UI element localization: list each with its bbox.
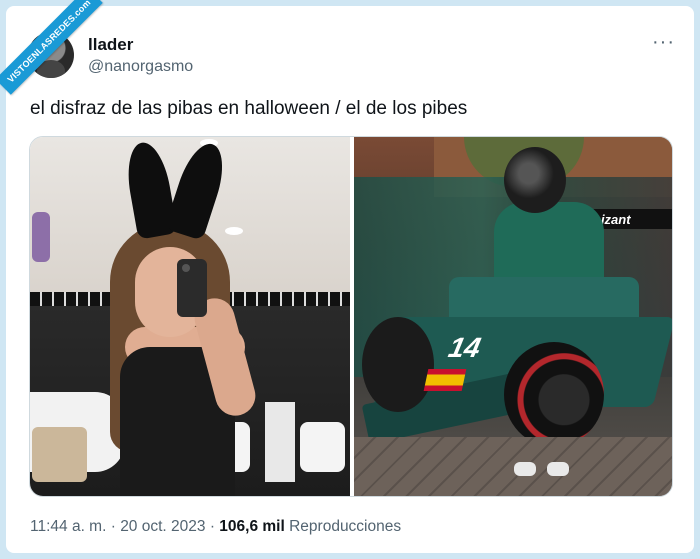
- rear-wheel: [504, 342, 604, 447]
- media-grid[interactable]: nizant 14: [29, 136, 673, 497]
- wall-light: [225, 227, 243, 235]
- views-label: Reproducciones: [284, 518, 402, 535]
- shoe: [547, 462, 569, 476]
- towel: [32, 427, 87, 482]
- photo-left[interactable]: [30, 137, 350, 496]
- shoe: [514, 462, 536, 476]
- helmet: [504, 147, 566, 213]
- tweet-meta: 11:44 a. m. · 20 oct. 2023 · 106,6 mil R…: [30, 518, 401, 536]
- author-handle[interactable]: @nanorgasmo: [88, 58, 193, 76]
- tweet-time[interactable]: 11:44 a. m.: [30, 518, 106, 535]
- author-display-name[interactable]: llader: [88, 35, 133, 55]
- tweet-date[interactable]: 20 oct. 2023: [120, 518, 205, 535]
- tweet-card: VISTOENLASREDES.com llader @nanorgasmo ·…: [0, 0, 694, 553]
- tweet-text: el disfraz de las pibas en halloween / e…: [30, 98, 468, 119]
- spain-flag: [423, 369, 467, 391]
- meta-separator: ·: [106, 518, 121, 535]
- meta-separator: ·: [205, 518, 220, 535]
- bidet: [300, 422, 345, 472]
- phone: [177, 259, 207, 317]
- bunny-ear-right: [164, 138, 232, 241]
- views-count[interactable]: 106,6 mil: [219, 518, 285, 535]
- doll-figure: [32, 212, 50, 262]
- sink-stand: [265, 402, 295, 482]
- front-wheel: [362, 317, 434, 412]
- photo-right[interactable]: nizant 14: [354, 137, 672, 496]
- more-options-icon[interactable]: ···: [652, 31, 675, 54]
